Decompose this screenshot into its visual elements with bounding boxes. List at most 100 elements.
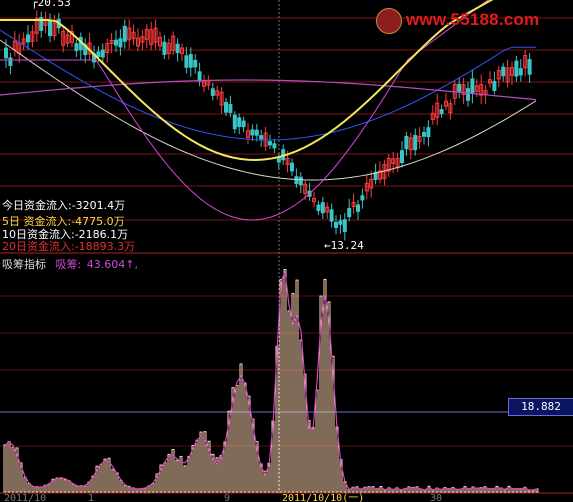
candle-body — [74, 43, 79, 52]
indicator-bar — [143, 487, 147, 493]
indicator-bar — [199, 431, 203, 493]
fund-flow-row: 20日资金流入:-18893.3万 — [2, 240, 136, 253]
indicator-bar — [111, 468, 115, 493]
indicator-bar — [27, 482, 31, 493]
fund-flow-row: 5日 资金流入:-4775.0万 — [2, 215, 125, 228]
indicator-bar — [11, 447, 15, 493]
candle-body — [329, 209, 334, 222]
candle-body — [514, 60, 519, 77]
indicator-bar — [311, 426, 315, 493]
candle-body — [259, 135, 264, 141]
indicator-bar — [167, 453, 171, 493]
indicator-bar — [191, 444, 195, 493]
indicator-bar — [47, 483, 51, 493]
candle-body — [228, 104, 233, 113]
candle-body — [360, 195, 365, 201]
indicator-bar — [243, 382, 247, 493]
indicator-bar — [247, 395, 251, 493]
low-price-value: 13.24 — [330, 239, 364, 252]
indicator-bar — [223, 441, 227, 493]
indicator-bar — [59, 477, 63, 493]
candle-body — [4, 47, 8, 59]
candle-body — [184, 55, 189, 68]
indicator-bar — [287, 310, 291, 493]
axis-value-readout: 18.882 — [508, 398, 573, 416]
candle-body — [342, 219, 347, 233]
candle-body — [254, 129, 259, 136]
indicator-bar — [279, 278, 283, 493]
indicator-bar — [163, 462, 167, 493]
candle-body — [334, 221, 338, 229]
candle-body — [268, 141, 272, 146]
candle-body — [114, 39, 118, 46]
candle-body — [320, 202, 325, 214]
indicator-bar — [7, 441, 11, 493]
candle-body — [272, 143, 277, 149]
candle-body — [118, 38, 123, 48]
indicator-bar — [187, 455, 191, 493]
candle-body — [400, 150, 404, 163]
candle-body — [241, 120, 246, 128]
indicator-bar — [151, 483, 155, 493]
indicator-bar — [175, 459, 179, 493]
indicator-bar — [103, 458, 107, 493]
site-watermark: www.55188.com — [376, 5, 566, 35]
ma-purple-line — [0, 79, 537, 101]
candle-body — [426, 127, 431, 138]
date-axis-label: 2011/10 — [4, 493, 46, 502]
top-price-label: ┌20.53 — [31, 0, 71, 9]
candle-body — [224, 101, 228, 113]
indicator-bar — [99, 464, 103, 493]
indicator-bar — [83, 485, 87, 493]
candle-body — [8, 57, 13, 66]
date-axis-label: 2011/10/10(一) — [282, 493, 364, 502]
date-axis-label: 1 — [88, 493, 94, 502]
indicator-bar — [323, 278, 327, 493]
candle-body — [413, 134, 418, 151]
candle-body — [294, 176, 299, 185]
indicator-bar — [315, 389, 319, 493]
candle-body — [162, 41, 167, 55]
indicator-bar — [183, 465, 187, 493]
indicator-bar — [295, 279, 299, 493]
candle-body — [122, 25, 127, 42]
indicator-bar — [299, 339, 303, 493]
candle-body — [197, 71, 202, 82]
candle-body — [338, 220, 343, 225]
top-price-value: 20.53 — [37, 0, 71, 9]
indicator-bar — [63, 479, 67, 493]
candle-body — [356, 204, 360, 212]
candle-body — [422, 132, 426, 137]
indicator-bar — [55, 477, 59, 493]
indicator-value: 43.604 — [86, 258, 126, 271]
candle-body — [457, 83, 462, 92]
candle-body — [175, 43, 180, 54]
indicator-bar — [119, 479, 123, 493]
indicator-bar — [23, 476, 27, 493]
indicator-bar — [3, 444, 7, 493]
fund-flow-row: 今日资金流入:-3201.4万 — [2, 199, 126, 212]
indicator-bar — [123, 484, 127, 493]
watermark-text: www.55188.com — [406, 10, 540, 29]
candle-body — [527, 59, 532, 75]
low-price-label: ←13.24 — [324, 239, 364, 252]
candle-body — [250, 129, 255, 136]
indicator-series-label: 吸筹 — [55, 258, 78, 271]
indicator-bar — [75, 485, 79, 493]
indicator-bars[interactable] — [3, 268, 539, 493]
candle-body — [470, 78, 475, 94]
indicator-bar — [219, 455, 223, 493]
candle-body — [316, 204, 321, 211]
indicator-bar — [31, 486, 35, 493]
indicator-bar — [71, 483, 75, 493]
site-logo-icon — [376, 8, 402, 34]
indicator-bar — [235, 384, 239, 493]
candle-body — [100, 49, 105, 58]
candle-body — [404, 135, 409, 150]
candle-body — [276, 157, 281, 163]
candle-body — [237, 117, 242, 128]
candle-body — [26, 34, 30, 43]
candle-body — [290, 162, 294, 172]
candle-body — [210, 88, 215, 96]
indicator-bar — [283, 268, 287, 493]
